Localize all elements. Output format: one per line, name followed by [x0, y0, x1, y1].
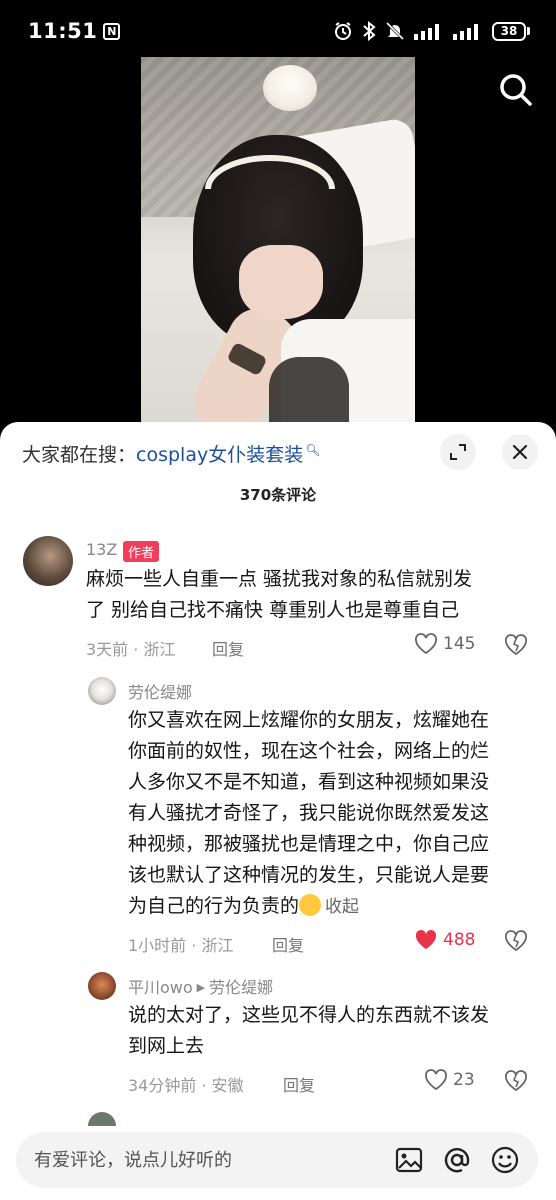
comment-panel: 大家都在搜： cosplay女仆装套装 🔍︎ 370条评论 13Z 作者 麻烦一些…	[0, 422, 556, 1200]
comment-input-bar	[16, 1132, 538, 1188]
like-button[interactable]: 23	[424, 1069, 475, 1091]
trending-search-link[interactable]: cosplay女仆装套装 🔍︎	[136, 440, 320, 467]
trending-search-prefix: 大家都在搜：	[22, 443, 137, 466]
reply-text-line: 人多你又不是不知道，看到这种视频如果没	[128, 771, 490, 793]
reply-text-line: 到网上去	[128, 1035, 205, 1057]
close-button[interactable]	[502, 434, 538, 470]
nfc-icon: N	[103, 22, 121, 40]
video-legs	[269, 357, 349, 427]
reply-author-name[interactable]: 平川owo	[128, 978, 193, 997]
reply-text-line: 有人骚扰才奇怪了，我只能说你既然爱发这	[128, 802, 490, 824]
like-count: 23	[453, 1070, 475, 1090]
avatar[interactable]	[23, 536, 73, 586]
close-icon	[512, 444, 528, 460]
status-time: 11:51	[28, 19, 98, 43]
reply-text[interactable]: 说的太对了，这些见不得人的东西就不该发 到网上去	[128, 1000, 538, 1062]
dislike-button[interactable]	[504, 930, 528, 952]
at-icon[interactable]	[442, 1145, 472, 1175]
expand-button[interactable]	[440, 434, 476, 470]
comment-input[interactable]	[34, 1149, 376, 1171]
comment-meta: 1小时前 · 浙江	[128, 936, 234, 955]
comment-meta: 3天前 · 浙江	[86, 640, 176, 659]
comment-text-line: 麻烦一些人自重一点 骚扰我对象的私信就别发	[86, 568, 473, 590]
reply-button[interactable]: 回复	[212, 636, 244, 660]
reply-text-line: 为自己的行为负责的	[128, 895, 300, 917]
comment-item: 13Z 作者 麻烦一些人自重一点 骚扰我对象的私信就别发 了 别给自己找不痛快 …	[0, 532, 556, 672]
like-button[interactable]: 488	[414, 929, 475, 951]
reply-text-line: 你又喜欢在网上炫耀你的女朋友，炫耀她在	[128, 709, 490, 731]
reply-header: 平川owo ▶ 劳伦缇娜	[128, 974, 273, 998]
mute-bell-icon	[385, 21, 405, 41]
heart-icon	[425, 1069, 447, 1091]
reply-button[interactable]: 回复	[272, 932, 304, 956]
search-icon[interactable]	[494, 68, 538, 112]
reply-text[interactable]: 你又喜欢在网上炫耀你的女朋友，炫耀她在 你面前的奴性，现在这个社会，网络上的烂 …	[128, 705, 538, 923]
signal-1-icon	[414, 24, 439, 40]
status-right: 38	[333, 21, 530, 41]
trending-search-term: cosplay女仆装套装	[136, 443, 304, 466]
bluetooth-icon	[363, 21, 376, 41]
expand-icon	[450, 444, 466, 460]
avatar[interactable]	[88, 677, 116, 705]
alarm-icon	[335, 22, 351, 40]
video-player[interactable]	[141, 57, 415, 427]
battery-cap	[527, 27, 530, 35]
status-bar: 11:51 N 38	[0, 0, 556, 62]
like-button[interactable]: 145	[414, 633, 475, 655]
broken-heart-icon	[505, 634, 527, 656]
broken-heart-icon	[505, 1070, 527, 1092]
reply-item: 劳伦缇娜 你又喜欢在网上炫耀你的女朋友，炫耀她在 你面前的奴性，现在这个社会，网…	[0, 675, 556, 965]
reply-text-last-line: 为自己的行为负责的 收起	[128, 891, 538, 923]
heart-filled-icon	[415, 929, 437, 949]
reply-text-line: 说的太对了，这些见不得人的东西就不该发	[128, 1004, 490, 1026]
collapse-button[interactable]: 收起	[325, 897, 359, 917]
avatar[interactable]	[88, 1112, 116, 1126]
reply-button[interactable]: 回复	[283, 1072, 315, 1096]
reply-arrow-icon: ▶	[196, 981, 206, 994]
video-hands	[239, 245, 323, 319]
reply-author-name[interactable]: 劳伦缇娜	[128, 679, 192, 703]
laugh-cry-emoji-icon	[299, 894, 322, 916]
reply-text-line: 该也默认了这种情况的发生，只能说人是要	[128, 864, 490, 886]
video-lamp	[263, 65, 317, 111]
comment-meta: 34分钟前 · 安徽	[128, 1076, 244, 1095]
dislike-button[interactable]	[504, 634, 528, 656]
author-badge: 作者	[123, 541, 160, 562]
battery-level: 38	[492, 21, 526, 41]
broken-heart-icon	[505, 930, 527, 952]
reply-text-line: 你面前的奴性，现在这个社会，网络上的烂	[128, 740, 490, 762]
avatar[interactable]	[88, 972, 116, 1000]
dislike-button[interactable]	[504, 1070, 528, 1092]
comment-count: 370条评论	[239, 486, 317, 504]
image-icon[interactable]	[394, 1145, 424, 1175]
comment-text[interactable]: 麻烦一些人自重一点 骚扰我对象的私信就别发 了 别给自己找不痛快 尊重别人也是尊…	[86, 564, 526, 626]
status-left: 11:51 N	[28, 19, 121, 43]
like-count: 488	[443, 930, 476, 950]
comment-author-name[interactable]: 13Z	[86, 540, 117, 559]
comment-text-line: 了 别给自己找不痛快 尊重别人也是尊重自己	[86, 599, 460, 621]
reply-item: 平川owo ▶ 劳伦缇娜 说的太对了，这些见不得人的东西就不该发 到网上去 34分钟…	[0, 970, 556, 1100]
reply-to-name[interactable]: 劳伦缇娜	[209, 978, 273, 997]
reply-text-line: 种视频，那被骚扰也是情理之中，你自己应	[128, 833, 490, 855]
heart-icon	[415, 633, 437, 655]
like-count: 145	[443, 634, 476, 654]
signal-2-icon	[453, 24, 478, 40]
battery-indicator: 38	[492, 21, 530, 41]
emoji-icon[interactable]	[490, 1145, 520, 1175]
search-small-icon: 🔍︎	[305, 443, 321, 458]
